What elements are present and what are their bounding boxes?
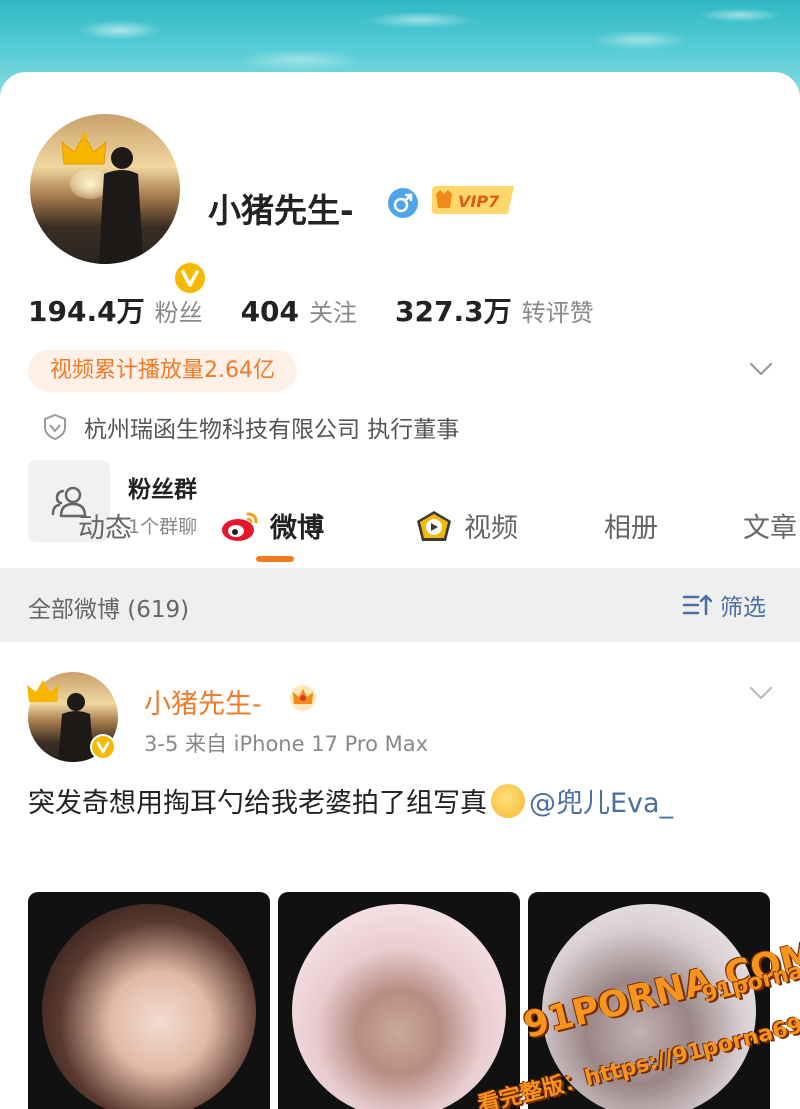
profile-name: 小猪先生- bbox=[208, 191, 354, 230]
post-photo[interactable] bbox=[28, 892, 270, 1109]
profile-stats: 194.4万 粉丝 404 关注 327.3万 转评赞 bbox=[28, 290, 632, 330]
filter-label: 筛选 bbox=[720, 595, 766, 621]
profile-avatar[interactable] bbox=[26, 110, 208, 296]
chevron-down-icon[interactable] bbox=[748, 356, 774, 382]
mention-link[interactable]: @兜儿Eva_ bbox=[529, 788, 673, 819]
weibo-logo-icon bbox=[222, 512, 258, 541]
crying-laughing-emoji-icon bbox=[491, 784, 525, 818]
shield-icon bbox=[44, 413, 66, 441]
tab-weibo[interactable]: 微博 bbox=[220, 506, 324, 545]
verified-badge-icon bbox=[172, 260, 208, 296]
fan-group-title: 粉丝群 bbox=[128, 477, 197, 503]
tab-album[interactable]: 相册 bbox=[604, 506, 658, 545]
post-photo[interactable] bbox=[278, 892, 520, 1109]
crown-icon bbox=[27, 680, 59, 702]
followers-count[interactable]: 194.4万 bbox=[28, 290, 145, 330]
chevron-down-icon[interactable] bbox=[748, 680, 774, 706]
tab-video-label: 视频 bbox=[464, 513, 518, 544]
vip-crown-icon bbox=[290, 685, 316, 711]
male-gender-icon bbox=[388, 188, 418, 218]
interactions-count: 327.3万 bbox=[395, 295, 512, 328]
tab-album-label: 相册 bbox=[604, 513, 658, 544]
vip-level-label: VIP7 bbox=[458, 192, 500, 211]
company-info: 杭州瑞函生物科技有限公司 执行董事 bbox=[42, 410, 459, 444]
feed-filter-bar: 全部微博 (619) 筛选 bbox=[0, 568, 800, 642]
profile-tabs: 动态 微博 视频 相册 文章 bbox=[0, 500, 800, 562]
video-play-icon bbox=[417, 510, 451, 541]
photo-content bbox=[42, 904, 256, 1109]
filter-button[interactable]: 筛选 bbox=[682, 588, 766, 622]
active-tab-indicator bbox=[256, 556, 294, 562]
filter-sort-icon bbox=[682, 594, 713, 616]
photo-content bbox=[292, 904, 506, 1109]
post-meta: 3-5 来自 iPhone 17 Pro Max bbox=[144, 732, 429, 756]
post-author-name[interactable]: 小猪先生- bbox=[144, 682, 262, 721]
vip-badge-icon[interactable]: VIP7 bbox=[430, 184, 520, 216]
video-play-count-badge[interactable]: 视频累计播放量2.64亿 bbox=[28, 350, 297, 392]
post-author-avatar[interactable] bbox=[26, 668, 120, 762]
tab-articles-label: 文章 bbox=[743, 513, 797, 544]
tab-articles[interactable]: 文章 bbox=[743, 506, 797, 545]
company-text: 杭州瑞函生物科技有限公司 执行董事 bbox=[84, 417, 460, 443]
crown-icon bbox=[61, 133, 107, 165]
followers-label[interactable]: 粉丝 bbox=[155, 293, 203, 328]
following-count[interactable]: 404 bbox=[241, 295, 299, 328]
post-body: 突发奇想用掏耳勺给我老婆拍了组写真 bbox=[28, 788, 487, 819]
verified-badge-icon bbox=[90, 734, 116, 760]
tab-dynamic-label: 动态 bbox=[78, 513, 132, 544]
tab-weibo-label: 微博 bbox=[270, 513, 324, 544]
tab-video[interactable]: 视频 bbox=[414, 506, 518, 545]
following-label[interactable]: 关注 bbox=[309, 293, 357, 328]
interactions-label: 转评赞 bbox=[521, 299, 594, 327]
tab-dynamic[interactable]: 动态 bbox=[78, 506, 132, 545]
post-text: 突发奇想用掏耳勺给我老婆拍了组写真 @兜儿Eva_ bbox=[28, 782, 768, 826]
all-posts-count: 全部微博 (619) bbox=[28, 597, 190, 623]
